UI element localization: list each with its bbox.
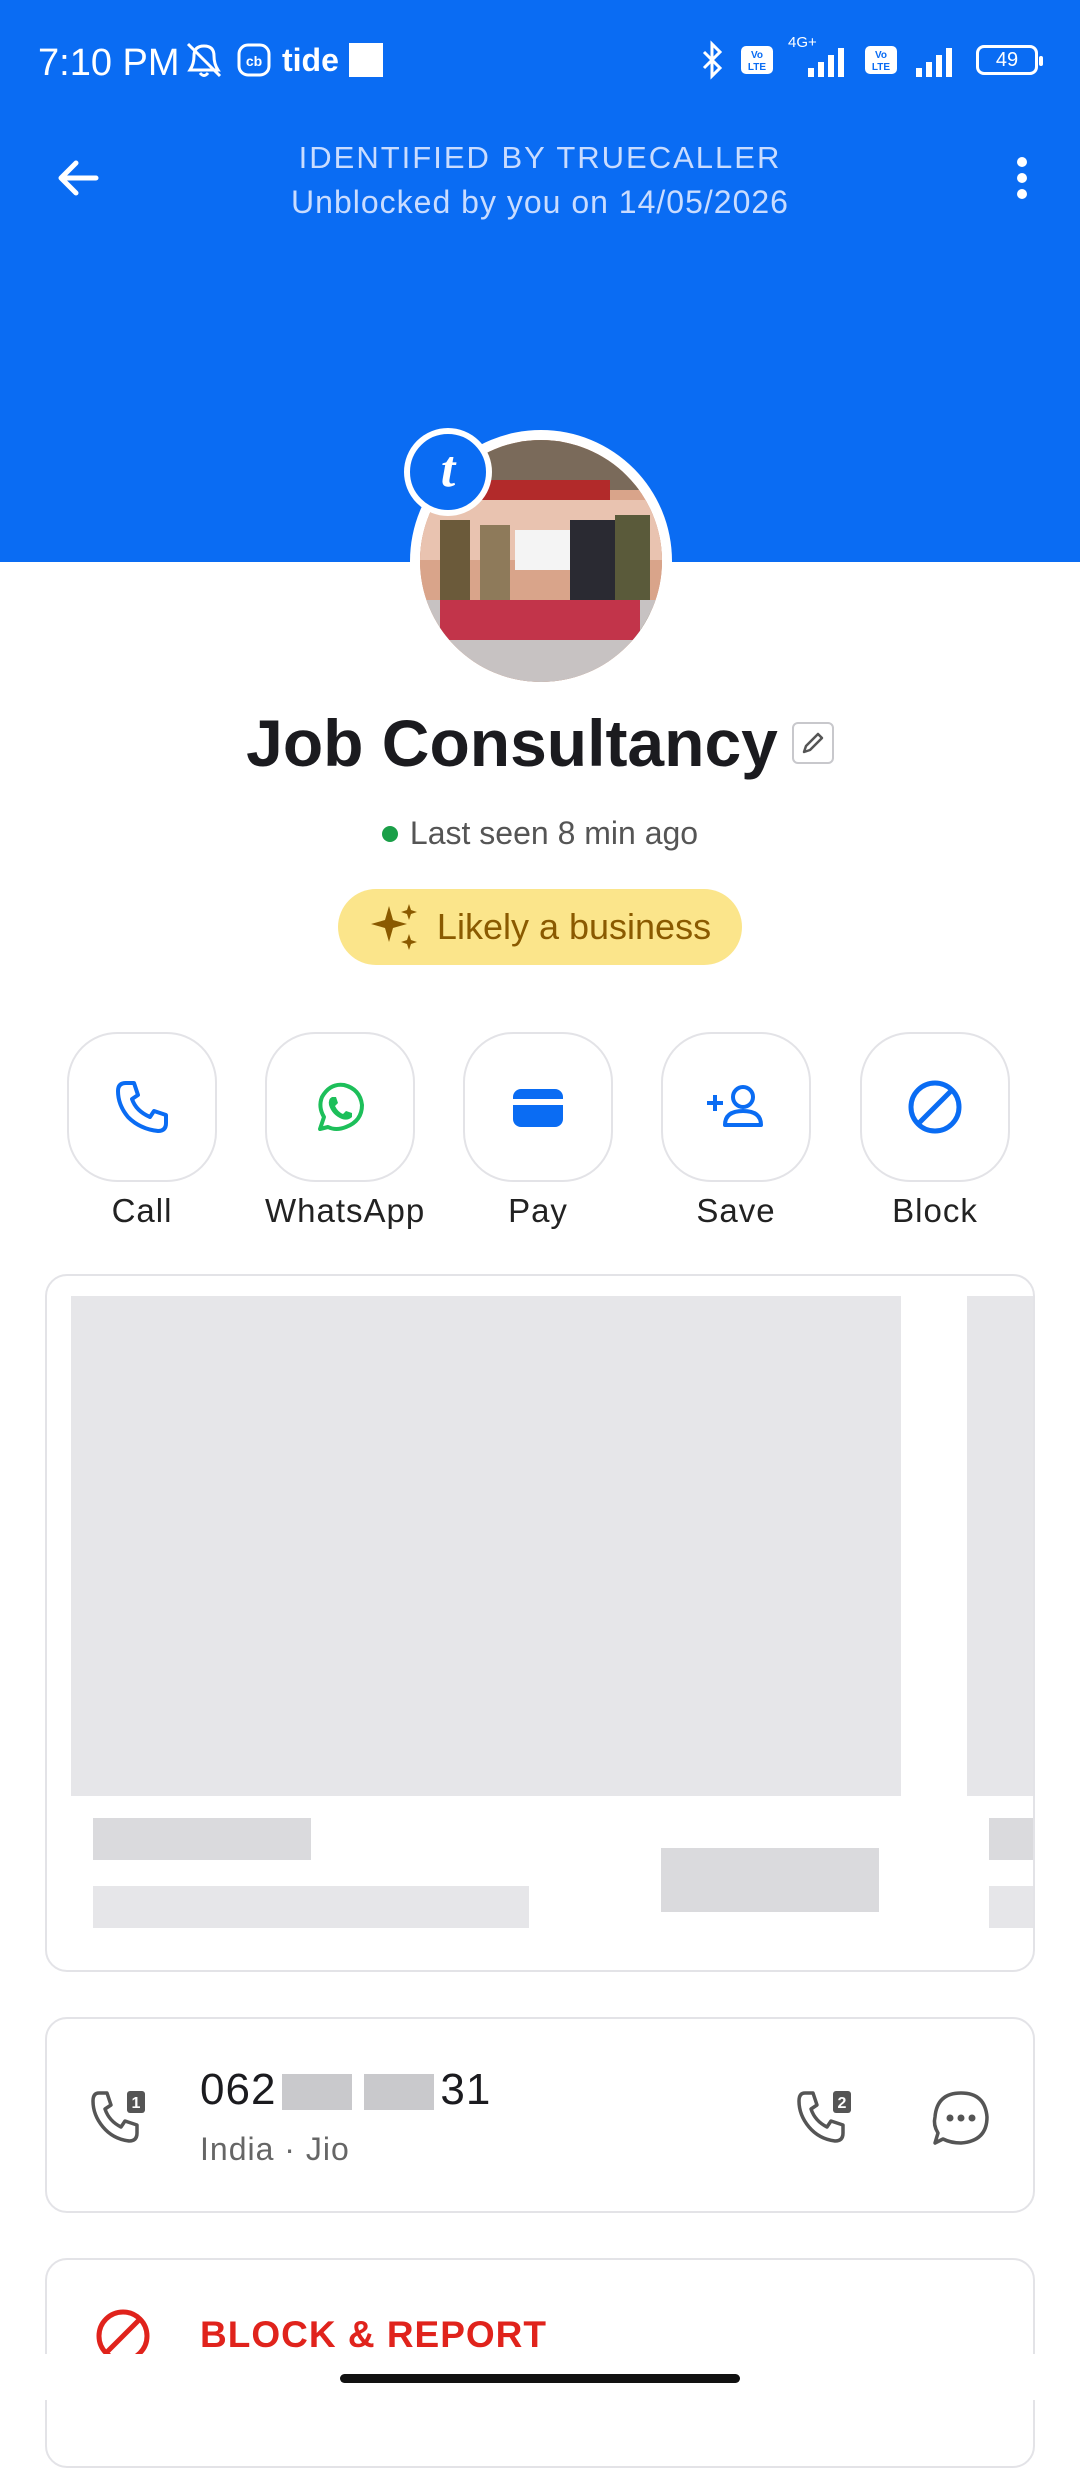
block-action[interactable]: Block [860, 1032, 1010, 1230]
phone-icon [116, 1081, 168, 1133]
svg-text:LTE: LTE [872, 62, 890, 73]
tide-label: tide [282, 41, 339, 78]
phone-number-prefix: 062 [200, 2065, 277, 2114]
placeholder-title [93, 1818, 311, 1860]
svg-text:Vo: Vo [751, 50, 763, 61]
placeholder-title-next [989, 1818, 1033, 1860]
more-vertical-icon [1017, 157, 1027, 199]
call-button[interactable] [67, 1032, 217, 1182]
block-label: Block [892, 1192, 978, 1229]
edit-name-button[interactable] [791, 722, 834, 764]
more-options-button[interactable] [994, 150, 1050, 206]
sim1-call-icon[interactable]: 1 [89, 2087, 153, 2151]
battery-icon: 49 [976, 45, 1043, 75]
phone-number-card[interactable]: 1 062 31 India · Jio 2 [45, 2017, 1035, 2213]
block-icon [908, 1080, 962, 1134]
call-action[interactable]: Call [67, 1032, 217, 1230]
volte-1-icon: Vo LTE [741, 46, 773, 74]
pay-button[interactable] [463, 1032, 613, 1182]
home-indicator[interactable] [340, 2374, 740, 2383]
truecaller-badge-letter: t [440, 440, 456, 498]
sim1-badge: 1 [132, 2095, 141, 2112]
pay-label: Pay [508, 1192, 568, 1229]
add-contact-icon [707, 1085, 763, 1127]
sim2-call-icon[interactable]: 2 [795, 2087, 859, 2151]
block-button[interactable] [860, 1032, 1010, 1182]
last-seen-row: Last seen 8 min ago [0, 815, 1080, 852]
bluetooth-icon [702, 40, 723, 80]
last-seen-text: Last seen 8 min ago [409, 815, 699, 851]
cashback-icon: cb [237, 43, 271, 77]
signal-2-icon [916, 48, 952, 77]
call-label: Call [111, 1192, 173, 1229]
save-button[interactable] [661, 1032, 811, 1182]
save-label: Save [696, 1192, 776, 1229]
business-tag-label: Likely a business [436, 906, 712, 947]
battery-level: 49 [995, 48, 1019, 71]
phone-number: 062 31 [200, 2065, 491, 2115]
placeholder-image [71, 1296, 901, 1796]
identified-by-label: IDENTIFIED BY TRUECALLER [298, 140, 782, 175]
business-tag: Likely a business [338, 889, 742, 965]
block-report-label: BLOCK & REPORT [200, 2314, 547, 2355]
pencil-icon [802, 732, 824, 754]
truecaller-badge: t [404, 428, 492, 516]
unblocked-status: Unblocked by you on 14/05/2026 [291, 184, 789, 220]
pay-action[interactable]: Pay [463, 1032, 613, 1230]
message-icon[interactable] [929, 2087, 993, 2151]
phone-carrier-info: India · Jio [200, 2131, 350, 2167]
volte-2-icon: Vo LTE [865, 46, 897, 74]
status-left-icons: cb tide [182, 40, 383, 80]
status-right-icons: Vo LTE 4G+ Vo LTE 49 [700, 34, 1043, 80]
svg-text:LTE: LTE [748, 62, 766, 73]
whatsapp-label: WhatsApp [265, 1192, 426, 1229]
placeholder-subtitle [93, 1886, 529, 1928]
signal-1-icon: 4G+ [788, 34, 850, 80]
online-status-dot [381, 825, 398, 842]
status-bar: 7:10 PM cb tide Vo LTE 4G+ Vo LTE 49 [0, 0, 1080, 130]
notification-square-icon [348, 43, 383, 77]
sparkle-icon [370, 904, 417, 950]
silent-bell-icon [186, 42, 222, 78]
save-action[interactable]: Save [661, 1032, 811, 1230]
svg-text:cb: cb [246, 53, 262, 69]
svg-text:Vo: Vo [875, 50, 887, 61]
name-row: Job Consultancy [0, 705, 1080, 781]
whatsapp-icon [318, 1082, 364, 1131]
redacted-digits [282, 2074, 353, 2111]
sim2-badge: 2 [838, 2095, 847, 2112]
placeholder-subtitle-next [989, 1886, 1033, 1928]
redacted-digits [364, 2074, 435, 2111]
contact-name: Job Consultancy [246, 706, 778, 780]
whatsapp-button[interactable] [265, 1032, 415, 1182]
phone-number-suffix: 31 [440, 2065, 492, 2114]
placeholder-button [661, 1848, 879, 1912]
placeholder-image-next [967, 1296, 1033, 1796]
status-time: 7:10 PM [38, 42, 180, 84]
loading-placeholder-card [45, 1274, 1035, 1972]
whatsapp-action[interactable]: WhatsApp [265, 1032, 426, 1230]
wallet-icon [513, 1089, 563, 1127]
